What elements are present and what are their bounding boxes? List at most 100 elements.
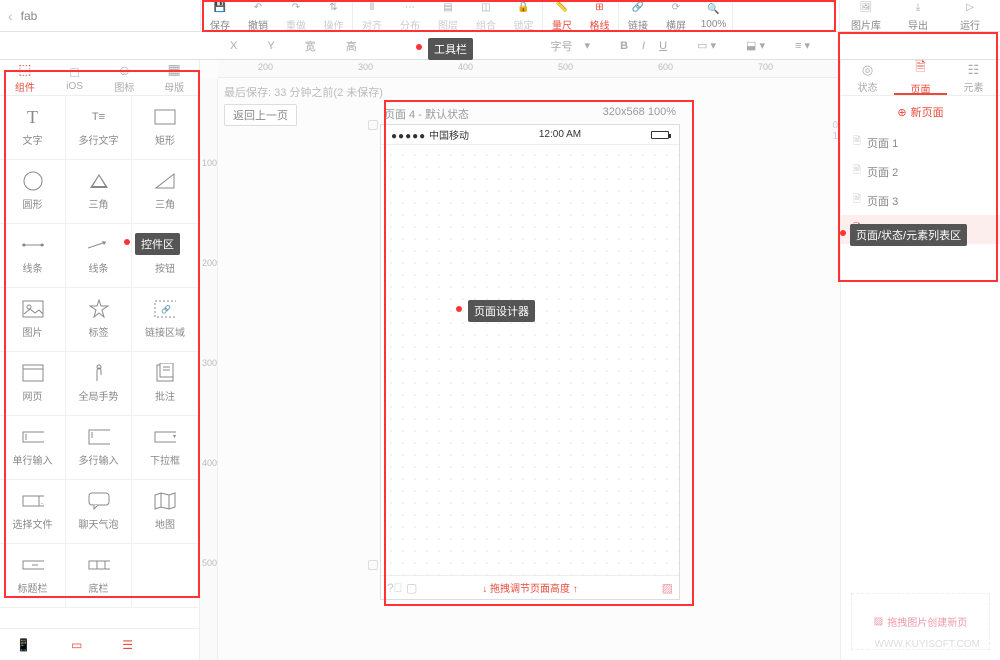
image-icon: [22, 300, 44, 318]
page-item-2[interactable]: 🗎页面 3: [841, 186, 1000, 215]
gallery-icon: 🖼: [858, 0, 874, 15]
tool-group[interactable]: ◫组合: [467, 0, 505, 32]
left-tab-1[interactable]: □iOS: [50, 60, 100, 95]
canvas-area[interactable]: 200300400500600700 100200300400500 最后保存:…: [200, 60, 840, 660]
linkarea-icon: 🔗: [154, 300, 176, 318]
left-tab-3[interactable]: ▦母版: [149, 60, 199, 95]
widget-T[interactable]: T文字: [0, 96, 66, 160]
tool-ruler[interactable]: 📏量尺: [543, 0, 581, 32]
widget-input1[interactable]: 单行输入: [0, 416, 66, 480]
tool-gallery[interactable]: 🖼图片库: [840, 0, 892, 32]
page-list: 🗎页面 1🗎页面 2🗎页面 3🗎页面 4: [841, 128, 1000, 583]
widget-note[interactable]: 批注: [132, 352, 198, 416]
undo-icon: ↶: [250, 0, 266, 15]
help-icon[interactable]: ?⃝ ▢: [387, 581, 417, 595]
star-icon: [88, 300, 110, 318]
lock-icon: 🔒: [516, 0, 532, 15]
prop-y: Y: [267, 40, 274, 52]
widget-circle[interactable]: 圆形: [0, 160, 66, 224]
widget-tri[interactable]: 三角: [66, 160, 132, 224]
layers-icon: ▤: [440, 0, 456, 15]
distribute-icon: ⋯: [402, 0, 418, 15]
widget-line[interactable]: 线条: [0, 224, 66, 288]
tool-lock[interactable]: 🔒锁定: [505, 0, 543, 32]
tool-undo[interactable]: ↶撤销: [239, 0, 277, 32]
widget-titlebar[interactable]: 标题栏: [0, 544, 66, 608]
widget-tri2[interactable]: 三角: [132, 160, 198, 224]
underline-btn[interactable]: U: [659, 40, 667, 52]
widget-linkarea[interactable]: 🔗链接区域: [132, 288, 198, 352]
main-toolbar: 💾保存↶撤销↷重做⇅操作⫴对齐⋯分布▤图层◫组合🔒锁定📏量尺⊞格线🔗链接⟳横屏🔍…: [200, 0, 840, 32]
right-tab-1[interactable]: 🗎页面: [894, 60, 947, 95]
bold-btn[interactable]: B: [620, 40, 628, 52]
map-icon: [154, 492, 176, 510]
input1-icon: [22, 428, 44, 446]
zoom-icon: 🔍: [706, 1, 722, 17]
line-numbers: 0 1: [832, 120, 838, 142]
cube-icon: ⬚: [18, 61, 31, 78]
tool-zoom[interactable]: 🔍100%: [695, 0, 733, 32]
widget-rect[interactable]: 矩形: [132, 96, 198, 160]
back-chevron-icon[interactable]: ‹: [8, 8, 13, 24]
page-item-1[interactable]: 🗎页面 2: [841, 157, 1000, 186]
tool-action[interactable]: ⇅操作: [315, 0, 353, 32]
widget-tabbar[interactable]: 底栏: [66, 544, 132, 608]
tool-play[interactable]: ▷运行: [944, 0, 996, 32]
widget-image[interactable]: 图片: [0, 288, 66, 352]
book-icon[interactable]: ▭: [71, 638, 82, 652]
tool-rotate[interactable]: ⟳横屏: [657, 0, 695, 32]
widget-star[interactable]: 标签: [66, 288, 132, 352]
menu-icon[interactable]: ☰: [122, 638, 133, 652]
tool-layers[interactable]: ▤图层: [429, 0, 467, 32]
widget-arrow[interactable]: 线条: [66, 224, 132, 288]
phone-frame[interactable]: 页面 4 - 默认状态 320x568 100% ●●●●● 中国移动 12:0…: [380, 104, 680, 600]
property-bar: X Y 宽 高 字号 ▾ B I U ▭ ▾ ⬓ ▾ ≡ ▾: [200, 38, 840, 54]
phone-icon[interactable]: 📱: [16, 638, 31, 652]
left-tab-0[interactable]: ⬚组件: [0, 60, 50, 95]
tri-icon: [88, 172, 110, 190]
phone-footer[interactable]: ?⃝ ▢ ↓ 拖拽调节页面高度 ↑ ▨: [381, 575, 679, 599]
svg-text:...: ...: [40, 500, 44, 506]
bottom-toolbar: 📱 ▭ ☰: [0, 628, 199, 660]
watermark: WWW.KUYISOFT.COM: [874, 639, 980, 650]
widget-select[interactable]: 下拉框: [132, 416, 198, 480]
widget-file[interactable]: ...选择文件: [0, 480, 66, 544]
gesture-icon: [88, 364, 110, 382]
tool-grid[interactable]: ⊞格线: [581, 0, 619, 32]
tool-export[interactable]: ⤓导出: [892, 0, 944, 32]
action-icon: ⇅: [326, 0, 342, 15]
left-sidebar: ⬚组件□iOS☺图标▦母版 T文字T≡多行文字矩形圆形三角三角线条线条Butto…: [0, 60, 200, 660]
tool-redo[interactable]: ↷重做: [277, 0, 315, 32]
tool-save[interactable]: 💾保存: [201, 0, 239, 32]
save-icon: 💾: [212, 0, 228, 15]
page-icon: 🗎: [915, 58, 925, 80]
link-icon: 🔗: [630, 0, 646, 15]
new-page-button[interactable]: ⊕ 新页面: [841, 96, 1000, 128]
play-icon: ▷: [962, 0, 978, 15]
italic-btn[interactable]: I: [642, 40, 645, 52]
widget-map[interactable]: 地图: [132, 480, 198, 544]
widget-gesture[interactable]: 全局手势: [66, 352, 132, 416]
tool-align[interactable]: ⫴对齐: [353, 0, 391, 32]
phone-status-bar: ●●●●● 中国移动 12:00 AM: [381, 125, 679, 145]
plus-icon: ⊕: [897, 106, 906, 119]
annotation-designer: 页面设计器: [468, 300, 535, 322]
design-surface[interactable]: [381, 145, 679, 575]
widget-chat[interactable]: 聊天气泡: [66, 480, 132, 544]
tool-distribute[interactable]: ⋯分布: [391, 0, 429, 32]
widget-web[interactable]: 网页: [0, 352, 66, 416]
chat-icon: [88, 492, 110, 510]
right-tab-0[interactable]: ◎状态: [841, 60, 894, 95]
left-tab-2[interactable]: ☺图标: [100, 60, 150, 95]
widget-input2[interactable]: 多行输入: [66, 416, 132, 480]
line-icon: [22, 236, 44, 254]
page-item-0[interactable]: 🗎页面 1: [841, 128, 1000, 157]
image-icon[interactable]: ▨: [662, 581, 673, 595]
project-name-input[interactable]: [21, 9, 141, 23]
tool-link[interactable]: 🔗链接: [619, 0, 657, 32]
tabbar-icon: [88, 556, 110, 574]
page-icon: 🗎: [853, 163, 861, 180]
right-tab-2[interactable]: ☷元素: [947, 60, 1000, 95]
back-page-button[interactable]: 返回上一页: [224, 104, 297, 126]
widget-multiT[interactable]: T≡多行文字: [66, 96, 132, 160]
